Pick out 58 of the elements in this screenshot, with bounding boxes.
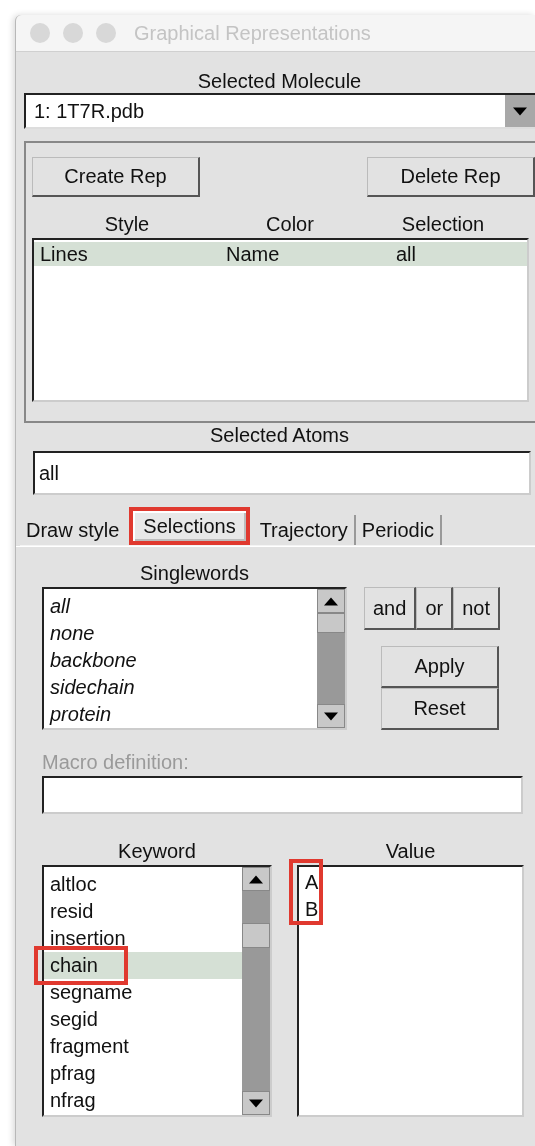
list-item[interactable]: pfrag (44, 1060, 242, 1087)
list-item[interactable]: none (44, 620, 317, 647)
list-label: Keyword (117, 839, 197, 863)
scroll-down-icon (249, 1098, 263, 1108)
scroll-up-icon (324, 596, 338, 606)
operator-button[interactable]: not (453, 587, 500, 630)
operator-button[interactable]: or (416, 587, 454, 630)
list-item[interactable]: B (301, 896, 522, 923)
list-item[interactable]: protein (44, 701, 317, 728)
window-control-icon[interactable] (63, 23, 83, 43)
rep-button[interactable]: Create Rep (32, 157, 200, 197)
column-header: Color (265, 212, 315, 237)
selection-input[interactable]: all (33, 451, 531, 495)
list-label: Value (384, 839, 437, 863)
tab[interactable]: Selections (129, 507, 250, 545)
column-header: Style (103, 212, 151, 237)
window-control-icon[interactable] (96, 23, 116, 43)
list-item[interactable]: fragment (44, 1033, 242, 1060)
scrollbar-thumb[interactable] (242, 923, 270, 948)
tab[interactable]: Draw style (20, 515, 126, 545)
list-item[interactable]: sidechain (44, 674, 317, 701)
dropdown-button[interactable] (505, 95, 535, 127)
list-item[interactable]: chain (44, 952, 242, 979)
scroll-down-icon (324, 711, 338, 721)
list-item[interactable]: nfrag (44, 1087, 242, 1114)
table-cell-text: Name (226, 242, 281, 266)
list-item[interactable]: insertion (44, 925, 242, 952)
list-item[interactable]: altloc (44, 871, 242, 898)
list-label: Singlewords (139, 561, 250, 585)
list-item[interactable]: segid (44, 1006, 242, 1033)
list-item[interactable]: segname (44, 979, 242, 1006)
value-list[interactable]: A B (297, 865, 524, 1117)
action-button[interactable]: Apply (381, 646, 499, 688)
list-item[interactable]: A (301, 869, 522, 896)
tab[interactable]: Periodic (355, 515, 443, 545)
list-item[interactable]: backbone (44, 647, 317, 674)
rep-list[interactable]: Lines Name all (32, 238, 529, 402)
caret-icon (513, 106, 527, 116)
molecule-dropdown[interactable]: 1: 1T7R.pdb (24, 93, 535, 129)
scrollbar[interactable] (242, 867, 270, 1115)
scrollbar[interactable] (317, 589, 345, 728)
rep-row[interactable]: Lines Name all (34, 242, 527, 266)
scrollbar-thumb[interactable] (317, 613, 345, 633)
list-item[interactable]: all (44, 593, 317, 620)
rep-button[interactable]: Delete Rep (367, 157, 535, 197)
column-header: Selection (400, 212, 486, 237)
table-cell-text: all (396, 242, 417, 266)
scroll-up-icon (249, 874, 263, 884)
dropdown-value: 1: 1T7R.pdb (33, 99, 146, 124)
tab[interactable]: Trajectory (253, 515, 356, 545)
action-button[interactable]: Reset (381, 688, 499, 730)
field-label: Selected Atoms (209, 423, 350, 447)
table-cell-text: Lines (39, 242, 89, 266)
operator-button[interactable]: and (364, 587, 417, 630)
field-label: Selected Molecule (196, 69, 363, 93)
field-label: Macro definition: (42, 750, 190, 774)
window-control-icon[interactable] (30, 23, 50, 43)
list-item[interactable]: resid (44, 898, 242, 925)
